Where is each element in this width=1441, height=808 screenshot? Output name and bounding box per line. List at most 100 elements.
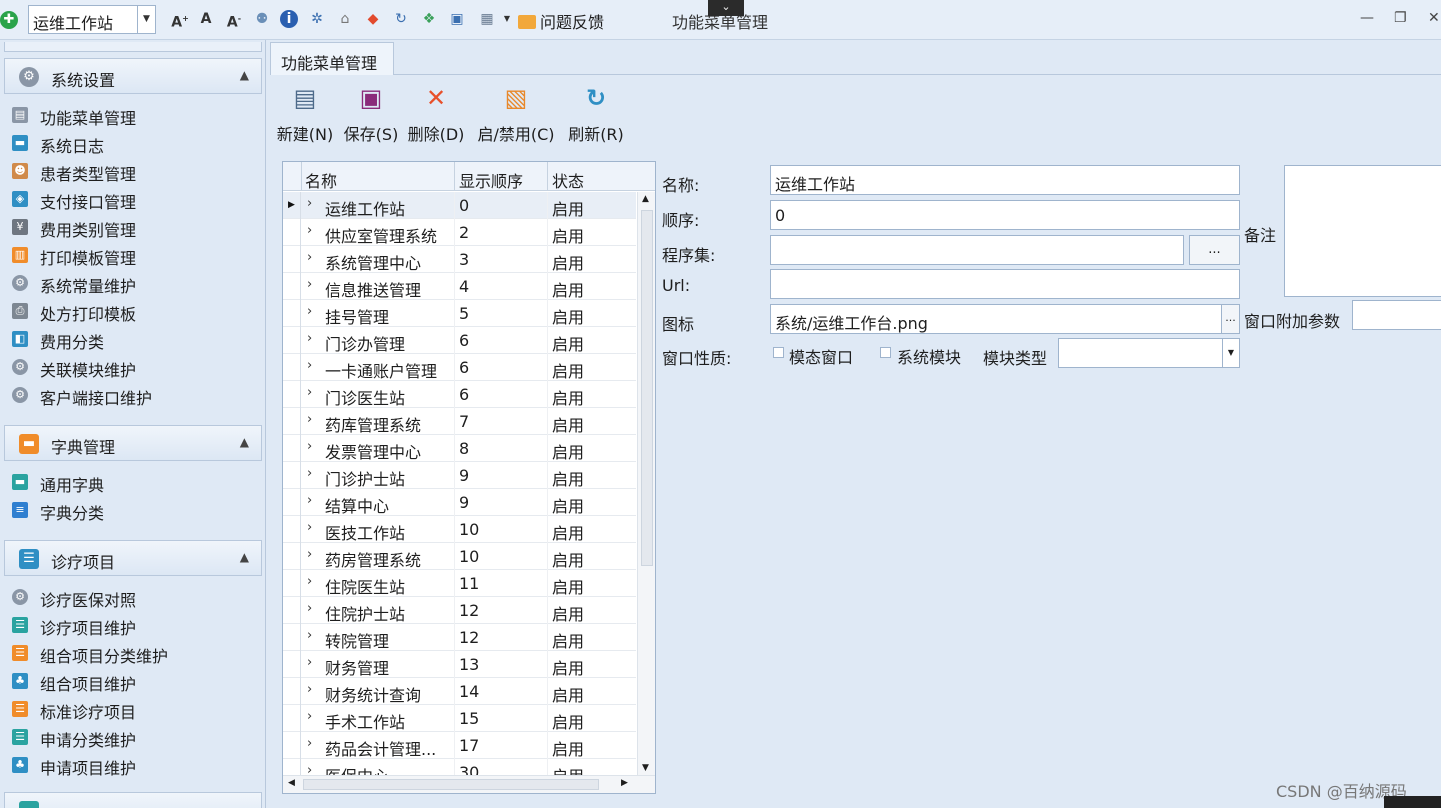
network-icon[interactable]: ❖ <box>419 9 439 29</box>
order-field[interactable]: 0 <box>770 200 1240 230</box>
scroll-thumb[interactable] <box>303 779 599 790</box>
expand-chevron-icon[interactable]: › <box>307 412 312 427</box>
scroll-thumb[interactable] <box>641 210 653 566</box>
expand-chevron-icon[interactable]: › <box>307 466 312 481</box>
table-row[interactable]: › 门诊护士站 9 启用 <box>283 462 636 489</box>
expand-chevron-icon[interactable]: › <box>307 520 312 535</box>
delete-button[interactable]: ✕ 删除(D) <box>406 83 466 145</box>
column-header-order[interactable]: 显示顺序 <box>459 168 523 192</box>
table-row[interactable]: › 住院医生站 11 启用 <box>283 570 636 597</box>
expand-chevron-icon[interactable]: › <box>307 331 312 346</box>
scroll-left-icon[interactable]: ◀ <box>288 778 295 788</box>
home-icon[interactable]: ⌂ <box>335 9 355 29</box>
column-header-status[interactable]: 状态 <box>552 168 584 192</box>
table-row[interactable]: › 转院管理 12 启用 <box>283 624 636 651</box>
table-row[interactable]: › 药品会计管理... 17 启用 <box>283 732 636 759</box>
window-param-field[interactable] <box>1352 300 1441 330</box>
table-row[interactable]: › 信息推送管理 4 启用 <box>283 273 636 300</box>
expand-chevron-icon[interactable]: › <box>307 574 312 589</box>
icon-field[interactable]: 系统/运维工作台.png <box>770 304 1222 334</box>
new-button[interactable]: ▤ 新建(N) <box>274 83 336 145</box>
table-row[interactable]: › 住院护士站 12 启用 <box>283 597 636 624</box>
scroll-right-icon[interactable]: ▶ <box>621 778 628 788</box>
table-row[interactable]: ▶ › 运维工作站 0 启用 <box>283 192 636 219</box>
expand-chevron-icon[interactable]: › <box>307 439 312 454</box>
sidebar-group-dictionary[interactable]: ▬ 字典管理 ▲ <box>4 425 262 461</box>
expand-chevron-icon[interactable]: › <box>307 277 312 292</box>
restore-icon[interactable]: ❐ <box>1394 10 1407 26</box>
column-header-name[interactable]: 名称 <box>305 168 337 192</box>
table-row[interactable]: › 一卡通账户管理 6 启用 <box>283 354 636 381</box>
chevron-down-icon[interactable]: ▼ <box>497 9 517 29</box>
table-row[interactable]: › 供应室管理系统 2 启用 <box>283 219 636 246</box>
icon-browse-button[interactable]: ... <box>1221 304 1240 334</box>
font-increase-icon[interactable]: A+ <box>170 9 190 31</box>
expand-chevron-icon[interactable]: › <box>307 196 312 211</box>
minimize-icon[interactable]: — <box>1360 10 1374 26</box>
assembly-field[interactable] <box>770 235 1184 265</box>
expand-chevron-icon[interactable]: › <box>307 682 312 697</box>
url-field[interactable] <box>770 269 1240 299</box>
users-icon[interactable]: ⚉ <box>252 9 272 29</box>
monitor-icon[interactable]: ▣ <box>447 9 467 29</box>
table-row[interactable]: › 财务统计查询 14 启用 <box>283 678 636 705</box>
expand-chevron-icon[interactable]: › <box>307 250 312 265</box>
expand-chevron-icon[interactable]: › <box>307 304 312 319</box>
system-module-checkbox[interactable] <box>880 347 891 358</box>
table-row[interactable]: › 挂号管理 5 启用 <box>283 300 636 327</box>
table-row[interactable]: › 手术工作站 15 启用 <box>283 705 636 732</box>
grid-vertical-scrollbar[interactable]: ▲ ▼ <box>637 192 655 775</box>
module-type-select[interactable]: ▼ <box>1058 338 1240 368</box>
table-row[interactable]: › 医保中心 30 启用 <box>283 759 636 775</box>
scroll-up-icon[interactable]: ▲ <box>642 194 649 204</box>
expand-chevron-icon[interactable]: › <box>307 223 312 238</box>
expand-chevron-icon[interactable]: › <box>307 655 312 670</box>
table-row[interactable]: › 结算中心 9 启用 <box>283 489 636 516</box>
assembly-browse-button[interactable]: ... <box>1189 235 1240 265</box>
expand-chevron-icon[interactable]: › <box>307 628 312 643</box>
refresh-icon[interactable]: ↻ <box>391 9 411 29</box>
expand-chevron-icon[interactable]: › <box>307 709 312 724</box>
station-select[interactable]: 运维工作站 ▼ <box>28 5 156 34</box>
expand-chevron-icon[interactable]: › <box>307 385 312 400</box>
font-normal-icon[interactable]: A <box>196 9 216 29</box>
scroll-down-icon[interactable]: ▼ <box>642 763 649 773</box>
table-row[interactable]: › 门诊医生站 6 启用 <box>283 381 636 408</box>
chevron-down-icon[interactable]: ▼ <box>1222 339 1239 367</box>
modal-window-checkbox[interactable] <box>773 347 784 358</box>
expand-chevron-icon[interactable]: › <box>307 736 312 751</box>
expand-chevron-icon[interactable]: › <box>307 547 312 562</box>
info-icon[interactable]: i <box>280 10 298 28</box>
remark-textarea[interactable] <box>1284 165 1441 297</box>
expand-chevron-icon[interactable]: › <box>307 763 312 775</box>
tab-menu-management[interactable]: 功能菜单管理 <box>270 42 394 75</box>
table-row[interactable]: › 财务管理 13 启用 <box>283 651 636 678</box>
chevron-up-icon[interactable]: ▲ <box>240 68 249 82</box>
table-row[interactable]: › 药房管理系统 10 启用 <box>283 543 636 570</box>
expand-chevron-icon[interactable]: › <box>307 358 312 373</box>
table-row[interactable]: › 药库管理系统 7 启用 <box>283 408 636 435</box>
expand-chevron-icon[interactable]: › <box>307 601 312 616</box>
chevron-up-icon[interactable]: ▲ <box>240 435 249 449</box>
chevron-down-icon[interactable]: ▼ <box>137 6 155 33</box>
name-field[interactable]: 运维工作站 <box>770 165 1240 195</box>
grid-horizontal-scrollbar[interactable]: ◀ ▶ <box>283 775 655 793</box>
table-row[interactable]: › 系统管理中心 3 启用 <box>283 246 636 273</box>
sidebar-group-treatment-items[interactable]: ☰ 诊疗项目 ▲ <box>4 540 262 576</box>
sidebar-group-next[interactable]: ▬ <box>4 792 262 808</box>
sidebar-group-system-settings[interactable]: ⚙ 系统设置 ▲ <box>4 58 262 94</box>
table-row[interactable]: › 门诊办管理 6 启用 <box>283 327 636 354</box>
font-decrease-icon[interactable]: A- <box>224 9 244 31</box>
settings-icon[interactable]: ✲ <box>307 9 327 29</box>
refresh-button[interactable]: ↻ 刷新(R) <box>566 83 626 145</box>
table-row[interactable]: › 医技工作站 10 启用 <box>283 516 636 543</box>
feedback-button[interactable]: 问题反馈 <box>518 9 604 33</box>
expand-chevron-icon[interactable]: › <box>307 493 312 508</box>
chevron-up-icon[interactable]: ▲ <box>240 550 249 564</box>
table-row[interactable]: › 发票管理中心 8 启用 <box>283 435 636 462</box>
layout-icon[interactable]: ▦ <box>477 9 497 29</box>
toggle-enable-button[interactable]: ▧ 启/禁用(C) <box>474 83 558 145</box>
eraser-icon[interactable]: ◆ <box>363 9 383 29</box>
collapse-ribbon-button[interactable]: ⌄ <box>708 0 744 16</box>
close-icon[interactable]: ✕ <box>1428 10 1440 26</box>
